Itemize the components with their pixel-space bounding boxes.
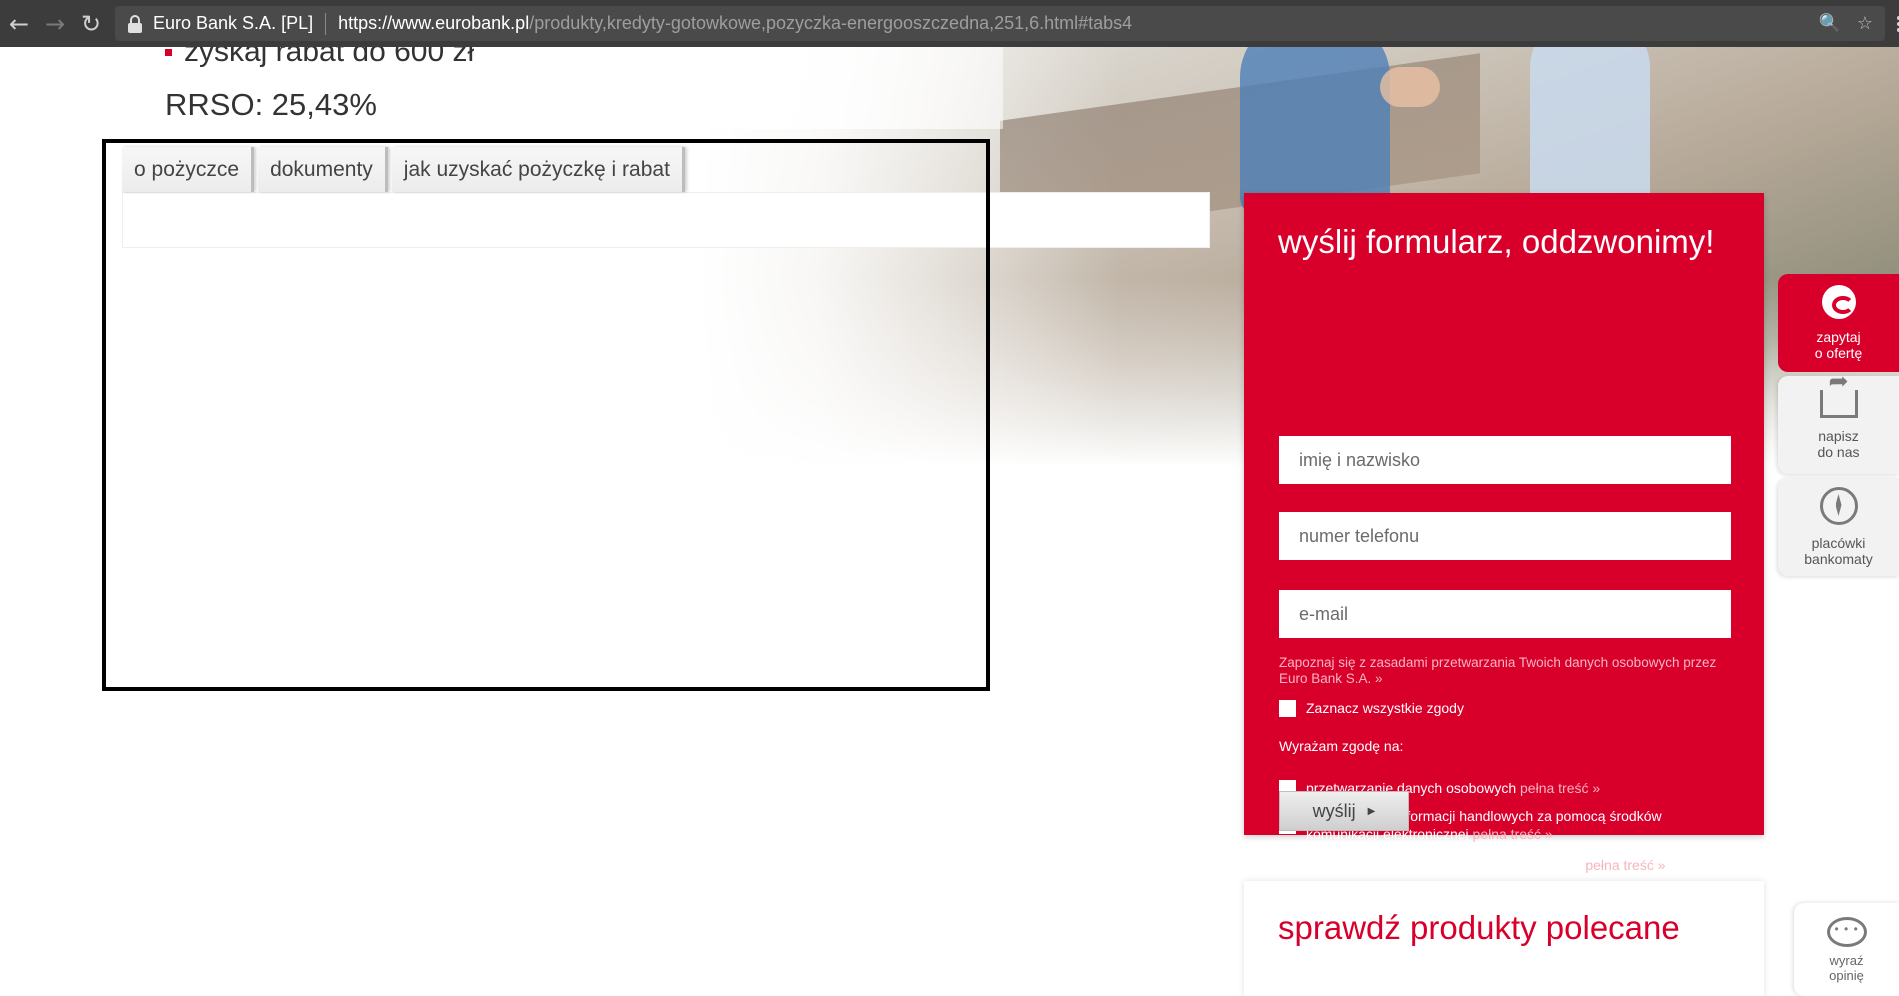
privacy-note-link[interactable]: Zapoznaj się z zasadami przetwarzania Tw… (1279, 655, 1729, 687)
address-bar[interactable]: Euro Bank S.A. [PL] https://www.eurobank… (115, 6, 1885, 41)
rrso-text: RRSO: 25,43% (165, 87, 377, 122)
submit-button[interactable]: wyślij ▶ (1279, 791, 1409, 831)
promo-bullet: zyskaj rabat do 600 zł (165, 47, 474, 69)
feedback-label: wyraź (1829, 952, 1864, 968)
url-path: /produkty,kredyty-gotowkowe,pozyczka-ene… (529, 13, 1133, 33)
consent-row[interactable]: marketing telefoniczny i elektroniczny B… (1279, 856, 1729, 874)
name-input[interactable] (1279, 436, 1731, 484)
side-tab-label: zapytaj (1816, 329, 1861, 345)
eurobank-logo-icon (1821, 285, 1856, 319)
phone-input[interactable] (1279, 512, 1731, 560)
chat-bubble-icon (1826, 916, 1867, 947)
bookmark-star-icon[interactable]: ☆ (1857, 13, 1873, 34)
arrow-right-icon: ▶ (1367, 805, 1376, 817)
form-title: wyślij formularz, oddzwonimy! (1278, 223, 1715, 260)
bullet-marker (165, 48, 172, 56)
callback-form: wyślij formularz, oddzwonimy! Zapoznaj s… (1244, 193, 1764, 874)
side-tab-ask-offer[interactable]: zapytaj o ofertę (1778, 274, 1899, 372)
forward-arrow-icon[interactable]: → (38, 7, 72, 41)
full-text-link[interactable]: pełna treść » (1473, 826, 1553, 842)
back-arrow-icon[interactable]: ← (2, 7, 36, 41)
feedback-tab[interactable]: wyraź opinię (1794, 903, 1899, 996)
highlight-rectangle (102, 139, 990, 691)
site-identity: Euro Bank S.A. [PL] (153, 13, 314, 33)
promo-box: zyskaj rabat do 600 zł RRSO: 25,43% (0, 47, 1003, 129)
lock-icon (127, 14, 143, 33)
side-tab-label: o ofertę (1814, 345, 1863, 361)
submit-label: wyślij (1312, 800, 1356, 821)
url-host: https://www.eurobank.pl (338, 13, 530, 33)
side-tab-label: napisz (1818, 428, 1859, 444)
reload-icon[interactable]: ↻ (74, 7, 108, 41)
side-tab-label: placówki (1811, 535, 1866, 551)
side-tab-label: do nas (1817, 444, 1860, 460)
select-all-label: Zaznacz wszystkie zgody (1306, 700, 1464, 716)
zoom-icon[interactable]: 🔍 (1818, 13, 1840, 34)
promo-bullet-text: zyskaj rabat do 600 zł (184, 47, 475, 68)
select-all-consents[interactable]: Zaznacz wszystkie zgody (1279, 699, 1729, 717)
consent-heading: Wyrażam zgodę na: (1279, 738, 1404, 754)
consent-checkbox[interactable] (1279, 857, 1296, 874)
side-tab-label: bankomaty (1804, 551, 1873, 567)
page-content: zyskaj rabat do 600 zł RRSO: 25,43% o po… (0, 47, 1899, 996)
full-text-link[interactable]: pełna treść » (1585, 857, 1665, 873)
side-tab-write-to-us[interactable]: napisz do nas (1778, 374, 1899, 474)
consent-text: marketing telefoniczny i elektroniczny B… (1306, 856, 1666, 874)
feedback-label: opinię (1829, 967, 1864, 983)
side-tab-branches-atms[interactable]: placówki bankomaty (1778, 478, 1899, 576)
full-text-link[interactable]: pełna treść » (1520, 780, 1600, 796)
compass-icon (1819, 487, 1858, 525)
select-all-checkbox[interactable] (1279, 700, 1296, 717)
share-icon (1819, 374, 1858, 418)
browser-toolbar: ← → ↻ Euro Bank S.A. [PL] https://www.eu… (0, 0, 1899, 47)
email-input[interactable] (1279, 590, 1731, 638)
recommended-products: sprawdź produkty polecane (1244, 881, 1764, 996)
recommended-title: sprawdź produkty polecane (1278, 909, 1680, 946)
consent-label: marketing telefoniczny i elektroniczny B… (1306, 857, 1582, 873)
